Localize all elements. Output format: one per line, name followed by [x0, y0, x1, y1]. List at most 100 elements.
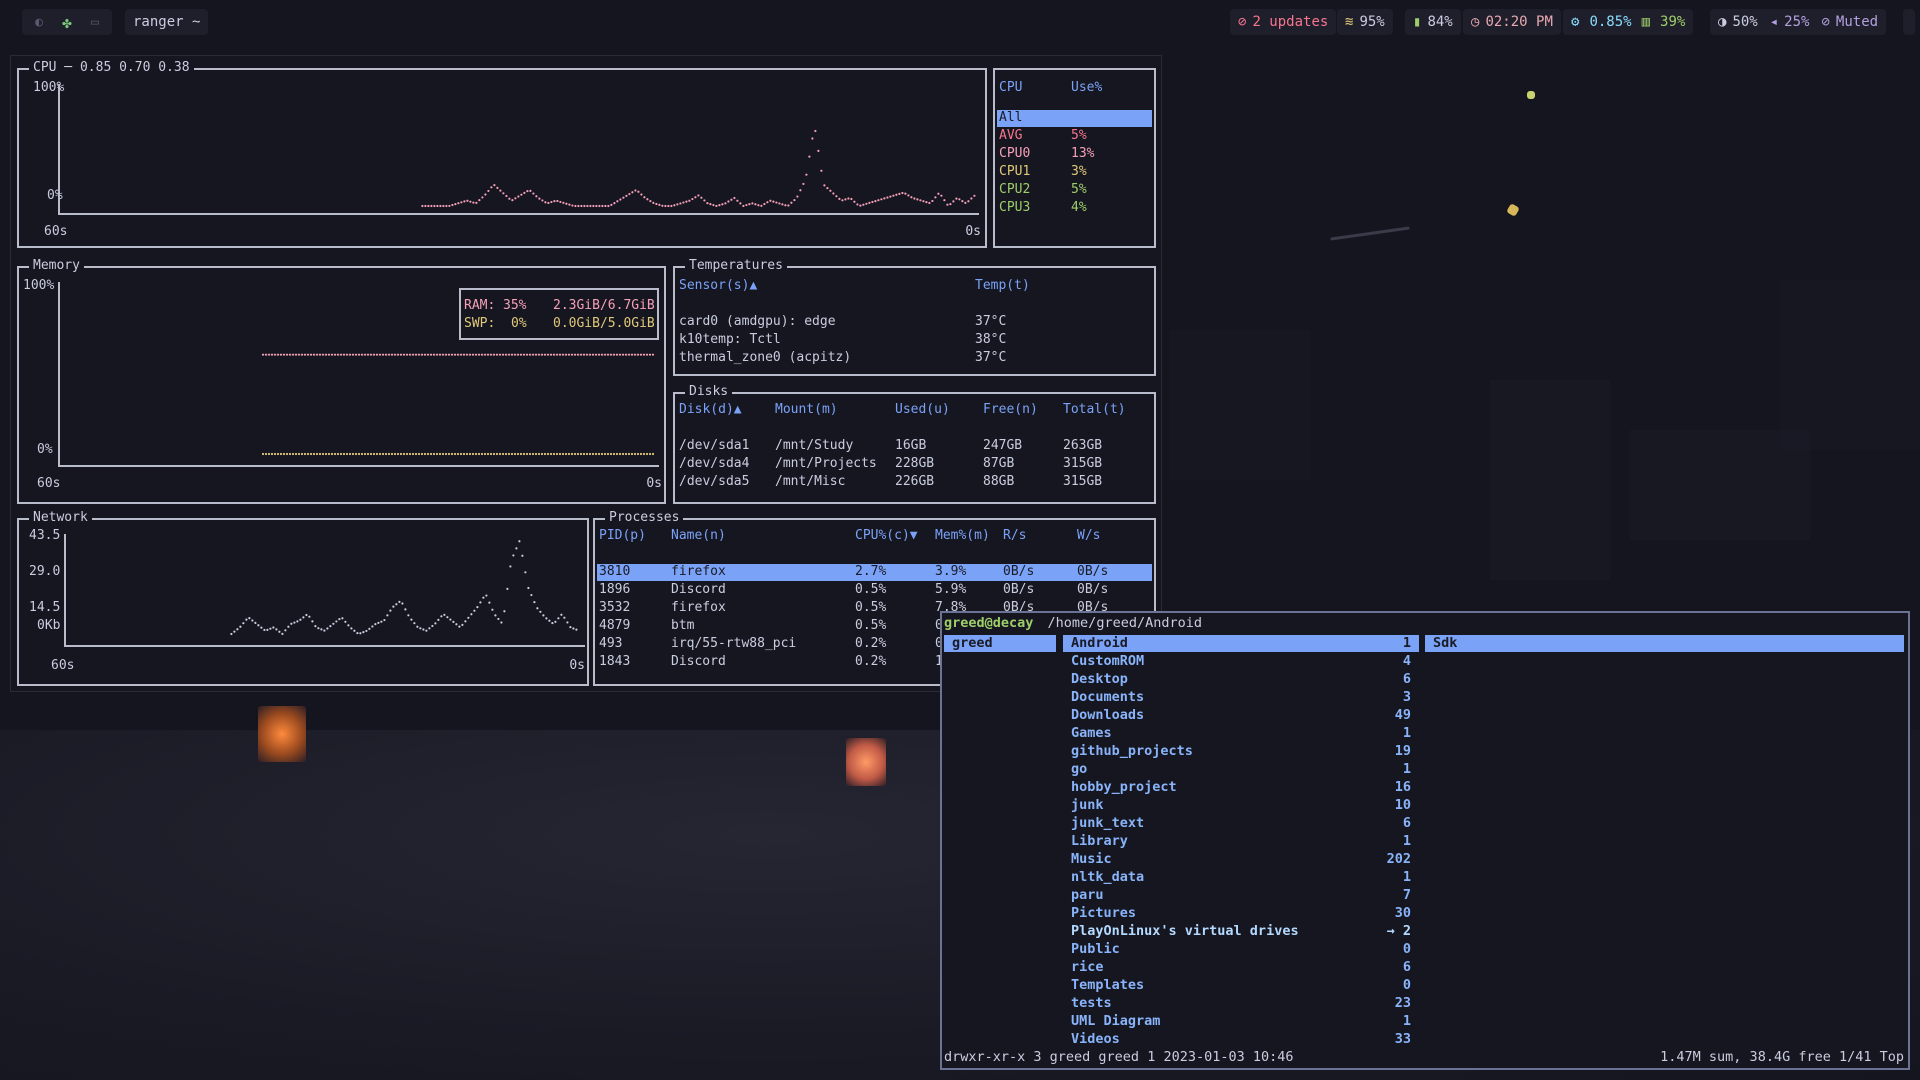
cpu-series-point	[658, 203, 661, 207]
cpu-table-row[interactable]: All	[997, 110, 1152, 127]
cpu-series-point	[970, 197, 973, 200]
network-series-point	[479, 601, 482, 604]
cpu-table-row[interactable]: CPU0 13%	[997, 146, 1152, 163]
cpu-series-point	[859, 204, 862, 207]
cpu-series-point	[961, 199, 964, 203]
battery-indicator[interactable]: ▮ 84%	[1405, 9, 1461, 35]
updates-indicator[interactable]: ⊘ 2 updates	[1230, 9, 1337, 35]
ranger-entry[interactable]: Library 1	[1063, 833, 1419, 850]
process-cell: 0B/s	[1003, 564, 1035, 579]
ranger-entry[interactable]: hobby_project 16	[1063, 779, 1419, 796]
ram-series-point	[492, 353, 496, 356]
ranger-entry[interactable]: PlayOnLinux's virtual drives → 2	[1063, 923, 1419, 940]
ranger-entry[interactable]: junk_text 6	[1063, 815, 1419, 832]
ranger-entry-count: 1	[1402, 833, 1411, 849]
cpu-series-point	[469, 200, 472, 203]
ram-series-point	[519, 353, 523, 356]
swap-series-point	[462, 452, 466, 456]
cpu-series-point	[661, 204, 664, 207]
ram-series-point	[393, 353, 397, 356]
ranger-entry[interactable]: rice 6	[1063, 959, 1419, 976]
cpu-series-point	[496, 186, 499, 189]
cpu-series-point	[583, 204, 586, 208]
cpu-table-row[interactable]: CPU1 3%	[997, 164, 1152, 181]
ranger-entry[interactable]: Music 202	[1063, 851, 1419, 868]
cpu-table-row[interactable]: CPU2 5%	[997, 182, 1152, 199]
clock-indicator[interactable]: ◷ 02:20 PM	[1463, 9, 1561, 35]
cpu-table-panel[interactable]: CPU Use% All AVG 5% CPU0 13% CPU1 3% CPU2 5% CPU3…	[993, 68, 1156, 248]
network-panel[interactable]: Network 43.5 29.0 14.5 0Kb 60s 0s	[17, 510, 589, 686]
cpu-series-point	[697, 194, 700, 197]
cpu-graph-panel[interactable]: CPU ─ 0.85 0.70 0.38 100% 0% 60s 0s	[17, 60, 987, 248]
cpu-table-row[interactable]: AVG 5%	[997, 128, 1152, 145]
cpu-series-point	[610, 203, 613, 206]
system-stats[interactable]: ⚙ 0.85% ▥ 39%	[1563, 9, 1694, 35]
network-series-point	[569, 626, 572, 629]
cpu-series-point	[691, 197, 694, 201]
memory-panel[interactable]: Memory 100% 0% 60s 0s RAM: 35% 2.3GiB/6.…	[17, 258, 666, 504]
ranger-entry[interactable]: Downloads 49	[1063, 707, 1419, 724]
ranger-entry-count: 202	[1386, 851, 1411, 867]
network-series-point	[485, 594, 488, 597]
monitor-icon[interactable]: ▭	[84, 12, 106, 32]
ranger-entry[interactable]: Videos 33	[1063, 1031, 1419, 1048]
swap-series-point	[399, 452, 403, 456]
network-series-point	[347, 624, 350, 627]
network-series-point	[377, 621, 380, 624]
swap-series-point	[573, 452, 577, 456]
disks-panel[interactable]: Disks Disk(d)▲ Mount(m) Used(u) Free(n) Tota…	[673, 384, 1156, 504]
ranger-window[interactable]: greed@decay /home/greed/Android greed An…	[940, 611, 1910, 1070]
moon-icon[interactable]: ◐	[28, 12, 50, 32]
cpu-series-point	[706, 202, 709, 205]
ranger-entry[interactable]: tests 23	[1063, 995, 1419, 1012]
process-cell: irq/55-rtw88_pci	[671, 636, 797, 651]
process-cell: 1843	[599, 654, 631, 669]
wifi-indicator[interactable]: ≋ 95%	[1337, 9, 1393, 35]
ranger-entry[interactable]: Documents 3	[1063, 689, 1419, 706]
temperatures-panel[interactable]: Temperatures Sensor(s)▲ Temp(t) card0 (a…	[673, 258, 1156, 376]
process-row[interactable]: 3810 firefox 2.7% 3.9% 0B/s 0B/s	[597, 564, 1152, 581]
cpu-table-row[interactable]: CPU3 4%	[997, 200, 1152, 217]
ranger-entry[interactable]: nltk_data 1	[1063, 869, 1419, 886]
ranger-entry[interactable]: Pictures 30	[1063, 905, 1419, 922]
workspace-switcher[interactable]: ◐ ✤ ▭	[22, 9, 112, 35]
ranger-status-left: drwxr-xr-x 3 greed greed 1 2023-01-03 10…	[944, 1049, 1294, 1065]
ram-series-point	[411, 353, 415, 356]
ranger-entry[interactable]: go 1	[1063, 761, 1419, 778]
ranger-status-right: 1.47M sum, 38.4G free 1/41 Top	[1660, 1049, 1904, 1065]
network-series-point	[452, 620, 455, 624]
media-controls[interactable]: ◑ 50% ◂ 25% ⊘ Muted	[1710, 9, 1887, 35]
ranger-entry[interactable]: Games 1	[1063, 725, 1419, 742]
ranger-entry[interactable]: Desktop 6	[1063, 671, 1419, 688]
ram-series-point	[321, 353, 325, 356]
ranger-parent-dir[interactable]: greed	[944, 635, 1056, 652]
process-row[interactable]: 1896 Discord 0.5% 5.9% 0B/s 0B/s	[597, 582, 1152, 599]
ram-series-point	[408, 353, 412, 356]
cpu-series-point	[829, 189, 832, 192]
network-series-point	[536, 607, 539, 610]
ranger-entry[interactable]: CustomROM 4	[1063, 653, 1419, 670]
cpu-series-point	[931, 199, 934, 203]
ranger-preview-entry[interactable]: Sdk	[1425, 635, 1904, 652]
network-series-point	[326, 627, 329, 630]
ram-series-point	[447, 353, 451, 356]
swap-series-point	[372, 452, 376, 456]
ranger-titlebar: greed@decay /home/greed/Android	[944, 615, 1202, 632]
ram-series-point	[603, 353, 607, 356]
ranger-entry[interactable]: UML Diagram 1	[1063, 1013, 1419, 1030]
swap-series-point	[282, 452, 286, 456]
ram-series-point	[477, 353, 481, 356]
ranger-entry[interactable]: Templates 0	[1063, 977, 1419, 994]
ranger-entry[interactable]: Android 1	[1063, 635, 1419, 652]
clover-icon[interactable]: ✤	[56, 12, 78, 32]
ram-series-point	[594, 353, 598, 356]
ranger-entry[interactable]: paru 7	[1063, 887, 1419, 904]
cpu-series-point	[682, 201, 685, 204]
ranger-entry[interactable]: github_projects 19	[1063, 743, 1419, 760]
disk-cell: /mnt/Study	[775, 438, 854, 453]
cpu-series-point	[595, 204, 598, 208]
network-series-point	[521, 554, 524, 557]
ranger-entry[interactable]: Public 0	[1063, 941, 1419, 958]
swap-series-point	[378, 452, 382, 456]
ranger-entry[interactable]: junk 10	[1063, 797, 1419, 814]
